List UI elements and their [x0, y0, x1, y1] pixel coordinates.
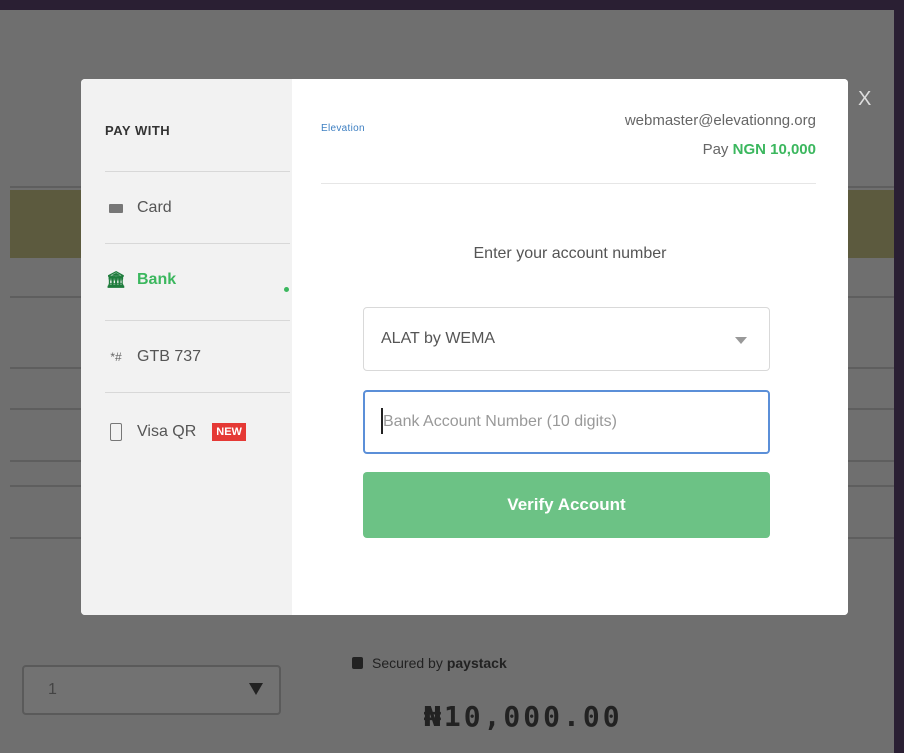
sidebar-item-label: Card — [137, 199, 172, 216]
sidebar-divider — [105, 392, 290, 393]
quantity-select-value: 1 — [48, 681, 57, 698]
sidebar-item-gtb-737[interactable]: *# GTB 737 — [105, 337, 290, 377]
chevron-down-icon — [735, 337, 747, 344]
sidebar-divider — [105, 171, 290, 172]
payment-modal: PAY WITH Card 🏛 Bank *# GTB 737 Visa QR … — [81, 79, 848, 615]
header-divider — [321, 183, 816, 184]
sidebar-item-label: Bank — [137, 271, 177, 288]
card-icon — [105, 203, 127, 213]
bank-select-value: ALAT by WEMA — [381, 330, 496, 347]
total-amount: ₦10,000.00 — [424, 700, 623, 733]
payment-form: Elevation webmaster@elevationng.org Pay … — [292, 79, 848, 615]
sidebar-item-label: Visa QR — [137, 423, 197, 440]
sidebar-divider — [105, 243, 290, 244]
secured-by-paystack: Secured by paystack — [352, 655, 507, 671]
new-badge: NEW — [212, 423, 246, 441]
text-cursor — [381, 408, 383, 434]
close-button[interactable]: X — [858, 88, 871, 111]
pay-amount-line: Pay NGN 10,000 — [703, 141, 816, 158]
chevron-down-icon — [249, 683, 263, 695]
quantity-select[interactable]: 1 — [22, 665, 281, 715]
page-header-bar — [0, 0, 904, 10]
verify-account-button[interactable]: Verify Account — [363, 472, 770, 538]
secured-label: Secured by — [372, 655, 443, 671]
ussd-icon: *# — [110, 350, 122, 364]
bank-select[interactable]: ALAT by WEMA — [363, 307, 770, 371]
account-prompt: Enter your account number — [473, 245, 667, 262]
sidebar-item-card[interactable]: Card — [105, 188, 290, 228]
page-edge — [894, 0, 904, 753]
bank-icon: 🏛 — [105, 272, 127, 289]
sidebar-item-visa-qr[interactable]: Visa QR NEW — [105, 412, 290, 452]
sidebar-divider — [105, 320, 290, 321]
merchant-logo: Elevation — [321, 123, 365, 134]
sidebar-item-label: GTB 737 — [137, 348, 202, 365]
sidebar-heading: PAY WITH — [105, 123, 171, 138]
lock-icon — [352, 657, 363, 669]
sidebar-item-bank[interactable]: 🏛 Bank — [105, 260, 290, 300]
paystack-brand: paystack — [446, 655, 507, 671]
pay-label: Pay — [702, 141, 729, 158]
pay-amount: NGN 10,000 — [732, 141, 816, 158]
active-indicator — [284, 287, 289, 292]
payment-method-sidebar: PAY WITH Card 🏛 Bank *# GTB 737 Visa QR … — [81, 79, 292, 615]
account-number-input[interactable] — [363, 390, 770, 454]
merchant-email: webmaster@elevationng.org — [624, 112, 816, 129]
qr-icon — [105, 423, 127, 441]
